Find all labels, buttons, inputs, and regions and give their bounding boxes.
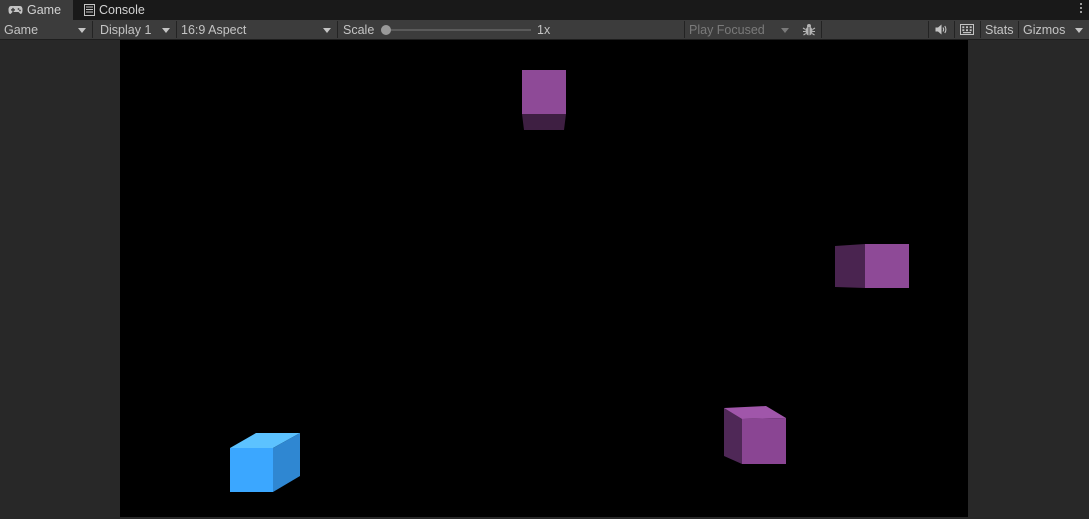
display-dropdown[interactable]: Display 1: [96, 20, 176, 39]
keyboard-icon[interactable]: [955, 20, 979, 39]
tab-console-label: Console: [99, 3, 145, 17]
purple-cube-top: [522, 70, 566, 130]
console-icon: [84, 4, 95, 16]
gamepad-icon: [8, 5, 23, 15]
aspect-dropdown[interactable]: 16:9 Aspect: [177, 20, 337, 39]
blue-cube: [230, 433, 300, 492]
gizmos-button[interactable]: Gizmos: [1019, 20, 1071, 39]
view-mode-label: Game: [4, 22, 39, 37]
stats-button[interactable]: Stats: [981, 20, 1018, 39]
display-label: Display 1: [100, 22, 152, 37]
play-mode-label: Play Focused: [689, 22, 765, 37]
purple-cube-bottom: [724, 406, 786, 464]
scale-value-text: 1x: [537, 22, 551, 37]
bug-icon[interactable]: [797, 20, 821, 39]
kebab-menu-icon[interactable]: [1079, 3, 1083, 17]
play-mode-dropdown[interactable]: Play Focused: [685, 20, 795, 39]
gizmos-label: Gizmos: [1023, 22, 1066, 37]
tab-bar: Game Console: [0, 0, 1089, 20]
tab-game[interactable]: Game: [0, 0, 73, 20]
game-viewport[interactable]: [120, 40, 968, 517]
divider: [821, 21, 822, 38]
scale-slider-thumb[interactable]: [381, 25, 391, 35]
scale-value: 1x: [533, 20, 563, 39]
purple-cube-right: [835, 244, 909, 288]
gizmos-dropdown-arrow[interactable]: [1071, 20, 1089, 39]
divider: [92, 21, 93, 38]
divider: [337, 21, 338, 38]
stats-label: Stats: [985, 22, 1014, 37]
aspect-label: 16:9 Aspect: [181, 22, 247, 37]
tab-console[interactable]: Console: [76, 0, 156, 20]
tab-game-label: Game: [27, 3, 62, 17]
divider: [928, 21, 929, 38]
speaker-icon[interactable]: [930, 20, 952, 39]
scale-slider-track[interactable]: [385, 29, 531, 31]
scale-label: Scale: [339, 20, 379, 39]
scale-label-text: Scale: [343, 22, 375, 37]
view-mode-dropdown[interactable]: Game: [0, 20, 92, 39]
